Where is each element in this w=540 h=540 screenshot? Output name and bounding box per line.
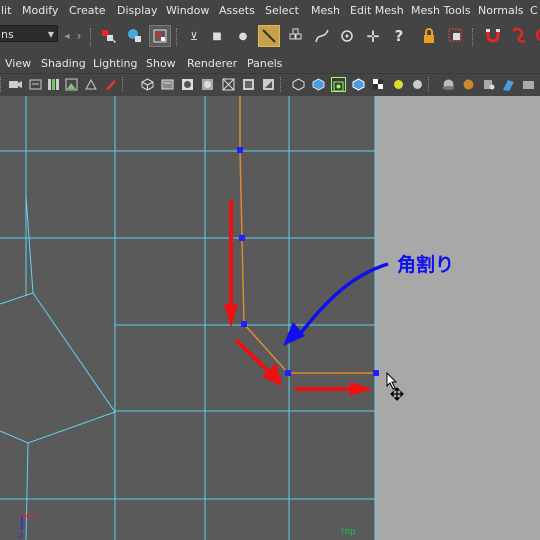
axis-x-label: x bbox=[34, 512, 39, 521]
menu-next[interactable]: C bbox=[530, 4, 538, 17]
panel-menu-view[interactable]: View bbox=[5, 57, 31, 70]
menu-window[interactable]: Window bbox=[166, 4, 209, 17]
depth-of-field-icon[interactable] bbox=[461, 77, 476, 92]
panel-toolbar bbox=[0, 73, 540, 97]
face-mode-icon[interactable]: ● bbox=[232, 25, 254, 47]
textured-icon[interactable] bbox=[221, 77, 236, 92]
shaded-wire-icon[interactable] bbox=[180, 77, 195, 92]
panel-menu-renderer[interactable]: Renderer bbox=[187, 57, 237, 70]
view-name-label: top bbox=[341, 527, 356, 537]
select-lasso-icon[interactable] bbox=[445, 25, 467, 47]
viewport-top[interactable]: 角割り x z top bbox=[0, 96, 540, 540]
vertex[interactable] bbox=[241, 321, 247, 327]
collapse-handle-icon[interactable]: ◂ bbox=[62, 25, 72, 47]
snap-grid-icon[interactable] bbox=[285, 25, 307, 47]
snap-point-icon[interactable] bbox=[336, 25, 358, 47]
magnet-icon[interactable] bbox=[482, 25, 504, 47]
camera-attributes-icon[interactable] bbox=[28, 77, 43, 92]
smooth-shade-icon[interactable] bbox=[160, 77, 175, 92]
right-panel bbox=[375, 96, 540, 540]
panel-menu-show[interactable]: Show bbox=[146, 57, 176, 70]
more-tools-icon[interactable] bbox=[530, 25, 540, 47]
color-management-icon[interactable] bbox=[521, 77, 536, 92]
ambient-occlusion-icon[interactable] bbox=[391, 77, 406, 92]
xray-active-icon[interactable] bbox=[351, 77, 366, 92]
two-d-pan-zoom-icon[interactable] bbox=[84, 77, 99, 92]
chevron-down-icon: ▼ bbox=[47, 30, 54, 39]
annotation-label: 角割り bbox=[397, 253, 454, 276]
lock-icon[interactable] bbox=[418, 25, 440, 47]
vertex[interactable] bbox=[373, 370, 379, 376]
multisample-icon[interactable] bbox=[441, 77, 456, 92]
vertex[interactable] bbox=[239, 235, 245, 241]
panel-menu-panels[interactable]: Panels bbox=[247, 57, 282, 70]
select-component-icon[interactable] bbox=[149, 25, 171, 47]
select-hierarchy-icon[interactable] bbox=[98, 25, 120, 47]
mouse-pointer-icon bbox=[386, 372, 404, 401]
toolbar-handle bbox=[0, 77, 4, 92]
isolate-select-icon[interactable] bbox=[331, 77, 346, 92]
separator bbox=[280, 77, 282, 92]
vertex-mode-icon[interactable]: ⊻ bbox=[183, 25, 205, 47]
select-object-icon[interactable] bbox=[124, 25, 146, 47]
menu-normals[interactable]: Normals bbox=[478, 4, 524, 17]
separator bbox=[472, 28, 475, 46]
axis-z-label: z bbox=[19, 531, 23, 540]
expand-arrow-icon[interactable]: › bbox=[72, 25, 86, 47]
menu-modify[interactable]: Modify bbox=[22, 4, 58, 17]
menu-mesh[interactable]: Mesh bbox=[311, 4, 340, 17]
snap-plus-icon[interactable]: ✛ bbox=[362, 25, 384, 47]
panel-menu-bar: View Shading Lighting Show Renderer Pane… bbox=[0, 52, 540, 74]
checker-icon[interactable] bbox=[371, 77, 386, 92]
multi-component-icon[interactable] bbox=[258, 25, 280, 47]
hdr-icon[interactable] bbox=[481, 77, 496, 92]
lighting-icon[interactable] bbox=[241, 77, 256, 92]
image-plane-icon[interactable] bbox=[64, 77, 79, 92]
panel-menu-lighting[interactable]: Lighting bbox=[93, 57, 137, 70]
menu-edit-mesh[interactable]: Edit Mesh bbox=[350, 4, 404, 17]
menu-create[interactable]: Create bbox=[69, 4, 106, 17]
motion-blur-icon[interactable] bbox=[410, 77, 425, 92]
separator bbox=[122, 77, 124, 92]
gamma-icon[interactable] bbox=[501, 77, 516, 92]
vertex[interactable] bbox=[285, 370, 291, 376]
menu-set-select[interactable]: ns ▼ bbox=[0, 25, 58, 42]
bookmarks-icon[interactable] bbox=[46, 77, 61, 92]
status-line: ns ▼ ◂ › ⊻ ■ ● ✛ ? bbox=[0, 22, 540, 53]
panel-menu-shading[interactable]: Shading bbox=[41, 57, 86, 70]
xray-icon[interactable] bbox=[291, 77, 306, 92]
xray-joints-icon[interactable] bbox=[311, 77, 326, 92]
menu-display[interactable]: Display bbox=[117, 4, 158, 17]
separator bbox=[428, 77, 430, 92]
grease-pencil-icon[interactable] bbox=[103, 77, 118, 92]
snap-curve-icon[interactable] bbox=[311, 25, 333, 47]
default-material-icon[interactable] bbox=[200, 77, 215, 92]
main-menu-bar: lit Modify Create Display Window Assets … bbox=[0, 0, 540, 23]
menu-assets[interactable]: Assets bbox=[219, 4, 255, 17]
edge-mode-icon[interactable]: ■ bbox=[206, 25, 228, 47]
camera-select-icon[interactable] bbox=[8, 77, 23, 92]
separator bbox=[176, 28, 179, 46]
shadows-icon[interactable] bbox=[261, 77, 276, 92]
menu-edit[interactable]: lit bbox=[1, 4, 11, 17]
menu-select[interactable]: Select bbox=[265, 4, 299, 17]
vertex[interactable] bbox=[237, 147, 243, 153]
help-icon[interactable]: ? bbox=[388, 25, 410, 47]
soft-select-icon[interactable] bbox=[508, 25, 530, 47]
separator bbox=[90, 28, 93, 46]
menu-set-value: ns bbox=[1, 28, 14, 41]
wireframe-icon[interactable] bbox=[140, 77, 155, 92]
menu-mesh-tools[interactable]: Mesh Tools bbox=[411, 4, 471, 17]
